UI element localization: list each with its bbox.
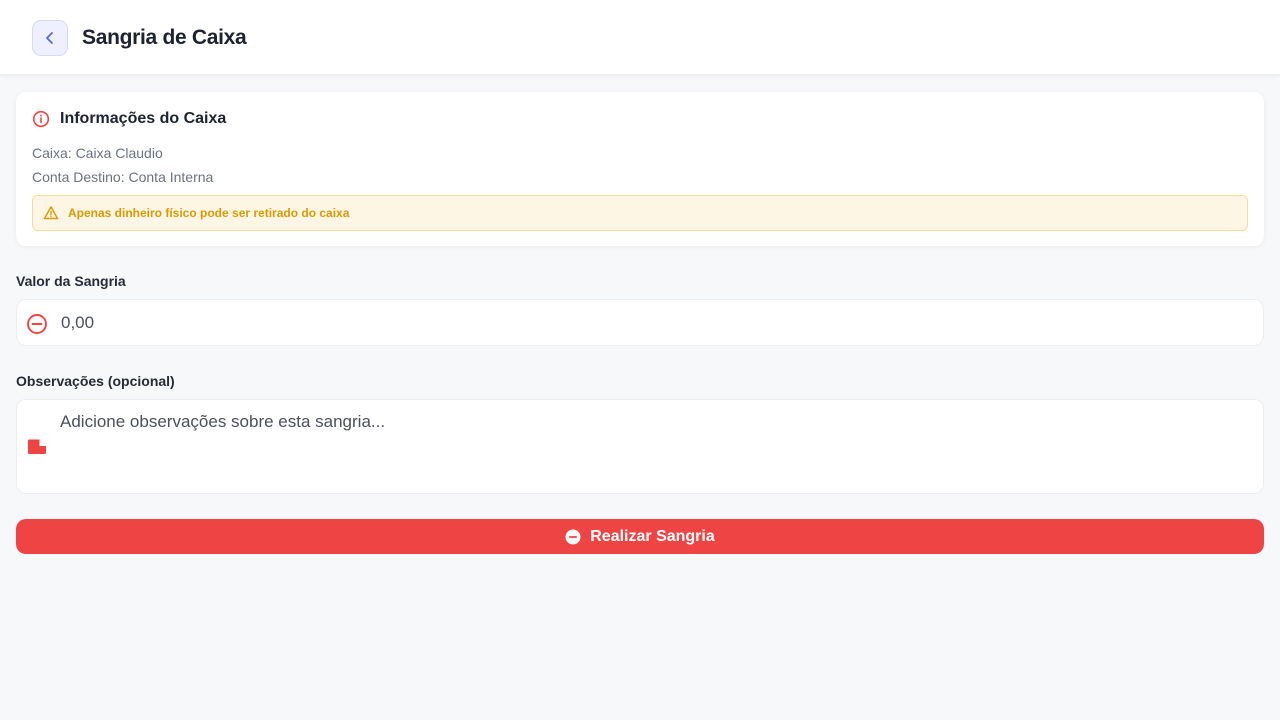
- submit-withdrawal-button[interactable]: Realizar Sangria: [16, 519, 1264, 554]
- submit-label: Realizar Sangria: [590, 527, 715, 545]
- withdrawal-amount-label: Valor da Sangria: [16, 273, 126, 289]
- observations-field[interactable]: [16, 399, 1264, 494]
- chevron-left-icon: [46, 32, 53, 44]
- withdrawal-amount-field[interactable]: [16, 299, 1264, 346]
- info-circle-icon: [32, 110, 50, 128]
- app-header: Sangria de Caixa: [0, 0, 1280, 75]
- page-title: Sangria de Caixa: [82, 26, 247, 49]
- back-button[interactable]: [32, 20, 68, 56]
- warning-banner: Apenas dinheiro físico pode ser retirado…: [32, 195, 1248, 231]
- warning-text: Apenas dinheiro físico pode ser retirado…: [68, 206, 350, 220]
- withdrawal-amount-input[interactable]: [61, 308, 1241, 338]
- destination-account: Conta Destino: Conta Interna: [32, 169, 214, 185]
- observations-label: Observações (opcional): [16, 373, 175, 389]
- observations-textarea[interactable]: [60, 412, 1250, 482]
- info-title-row: Informações do Caixa: [32, 110, 226, 128]
- note-icon: [26, 438, 48, 456]
- cash-info-card: Informações do Caixa Caixa: Caixa Claudi…: [16, 92, 1264, 246]
- minus-circle-icon: [565, 529, 581, 545]
- cash-register-name: Caixa: Caixa Claudio: [32, 145, 163, 161]
- info-title: Informações do Caixa: [60, 110, 227, 127]
- minus-circle-icon: [26, 313, 48, 335]
- warning-triangle-icon: [43, 205, 59, 221]
